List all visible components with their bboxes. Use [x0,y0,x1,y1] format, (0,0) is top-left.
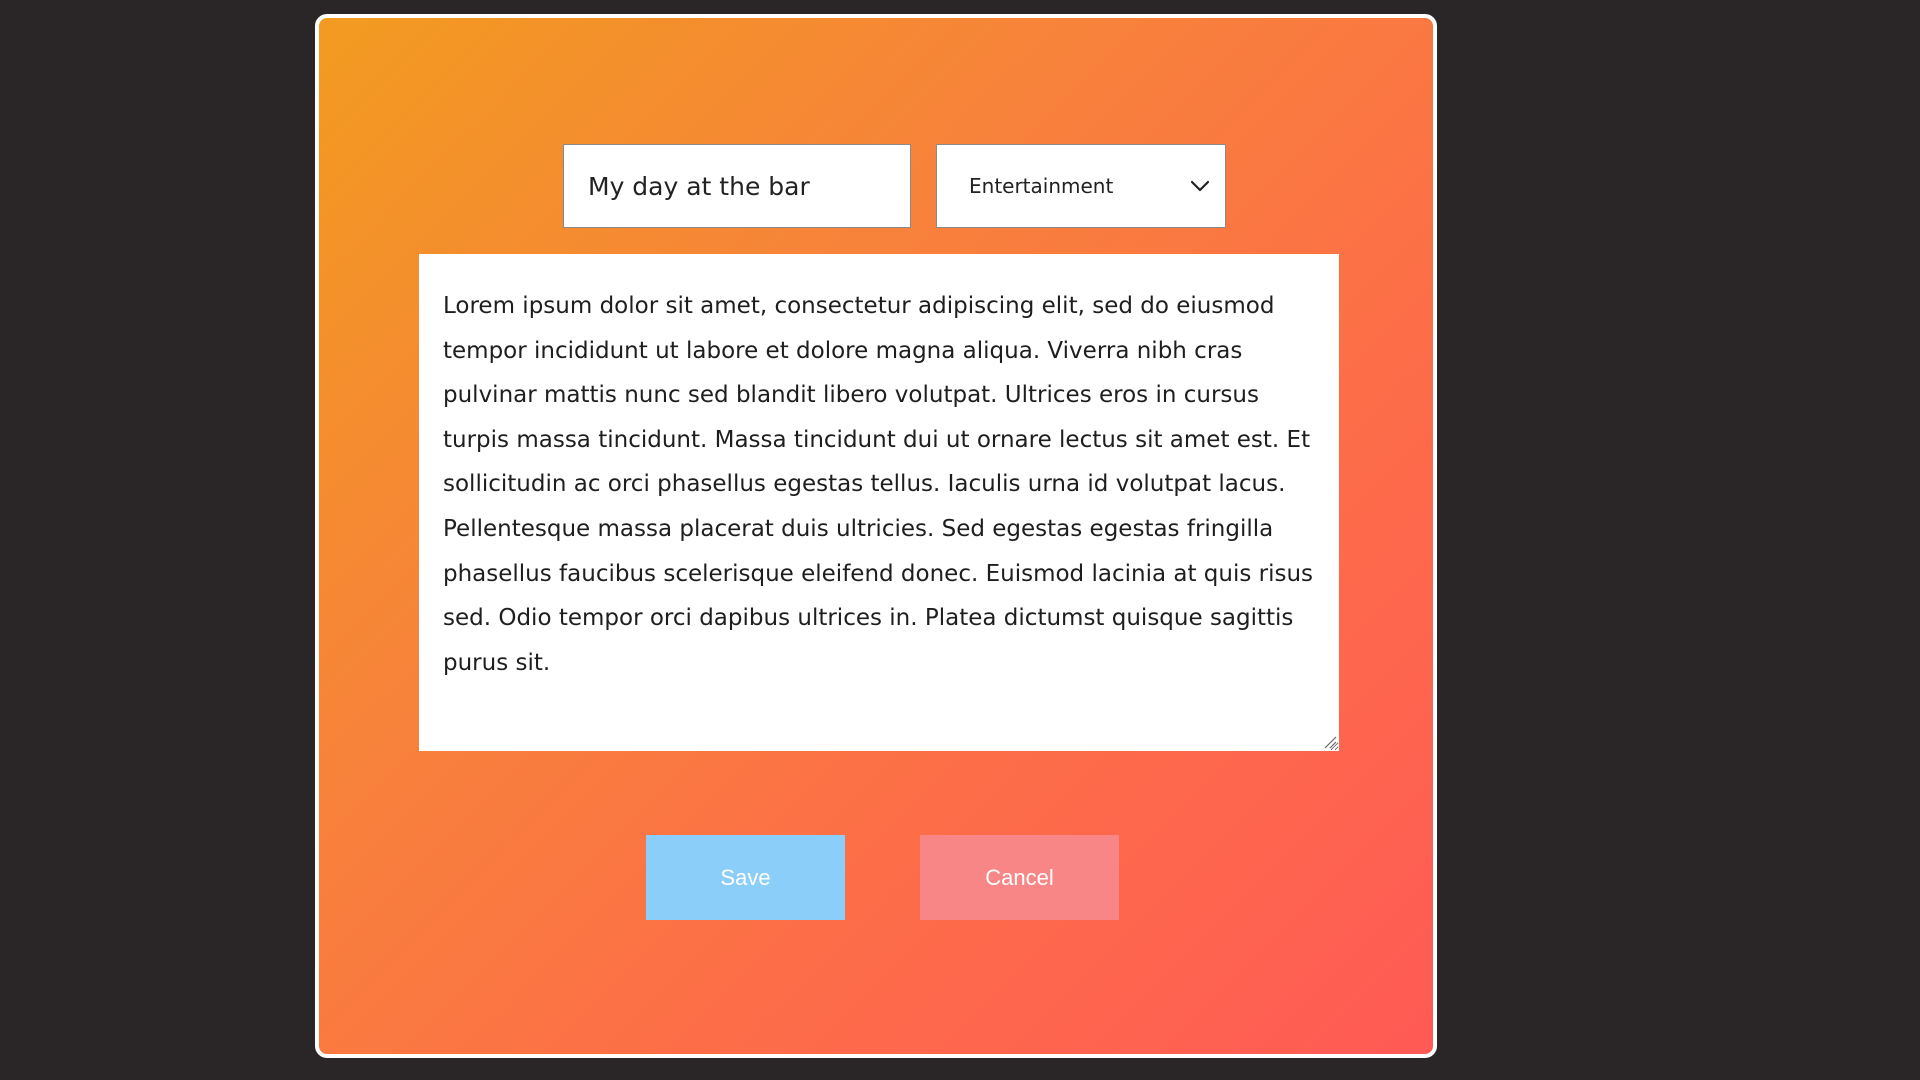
category-select[interactable]: Entertainment [936,144,1226,228]
resize-handle-icon[interactable] [1323,734,1337,749]
edit-post-panel: Entertainment Lorem ipsum dolor sit amet… [315,14,1437,1058]
category-selected-value: Entertainment [969,174,1114,198]
body-textarea[interactable]: Lorem ipsum dolor sit amet, consectetur … [419,254,1339,751]
save-button[interactable]: Save [646,835,845,920]
cancel-button[interactable]: Cancel [920,835,1119,920]
chevron-down-icon [1189,175,1211,197]
title-input[interactable] [563,144,911,228]
